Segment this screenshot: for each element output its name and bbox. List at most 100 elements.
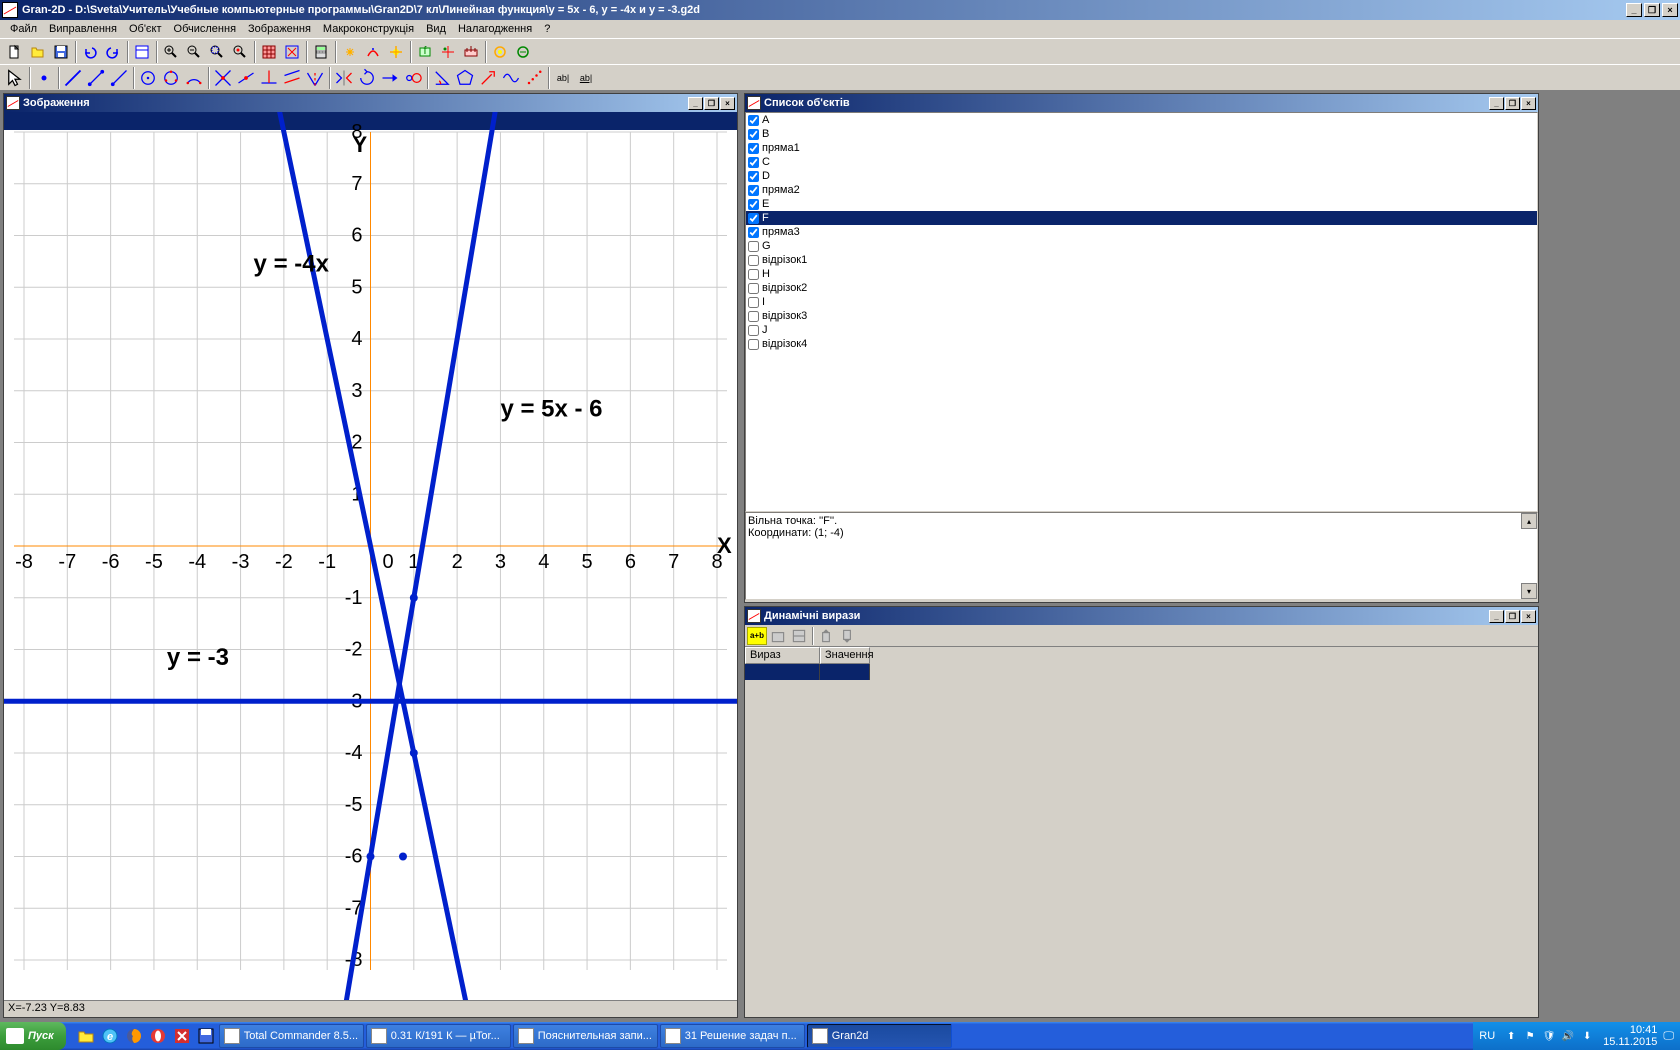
tool-h-button[interactable] xyxy=(512,41,534,63)
list-checkbox[interactable] xyxy=(748,115,759,126)
menu-edit[interactable]: Виправлення xyxy=(43,23,123,35)
chart-min-button[interactable]: _ xyxy=(688,97,703,110)
list-item[interactable]: відрізок2 xyxy=(746,281,1537,295)
segment-tool[interactable] xyxy=(85,67,107,89)
tray-icon-4[interactable]: 🔊 xyxy=(1560,1028,1576,1044)
ql-opera[interactable] xyxy=(147,1025,169,1047)
list-item[interactable]: G xyxy=(746,239,1537,253)
midpoint-tool[interactable] xyxy=(235,67,257,89)
maximize-button[interactable]: ❐ xyxy=(1644,3,1660,17)
list-item[interactable]: I xyxy=(746,295,1537,309)
rotate-tool[interactable] xyxy=(356,67,378,89)
ql-app1[interactable] xyxy=(171,1025,193,1047)
list-item[interactable]: B xyxy=(746,127,1537,141)
list-item[interactable]: A xyxy=(746,113,1537,127)
list-checkbox[interactable] xyxy=(748,269,759,280)
tool-a-button[interactable] xyxy=(339,41,361,63)
circle-tool[interactable] xyxy=(137,67,159,89)
expr-titlebar[interactable]: Динамічні вирази _ ❐ × xyxy=(745,607,1538,625)
expr-col-value[interactable]: Значення xyxy=(820,647,870,664)
list-item[interactable]: відрізок1 xyxy=(746,253,1537,267)
list-item[interactable]: пряма3 xyxy=(746,225,1537,239)
taskbar-task[interactable]: Gran2d xyxy=(807,1024,952,1048)
ql-firefox[interactable] xyxy=(123,1025,145,1047)
menu-view[interactable]: Вид xyxy=(420,23,452,35)
list-checkbox[interactable] xyxy=(748,143,759,154)
list-checkbox[interactable] xyxy=(748,129,759,140)
expr-max-button[interactable]: ❐ xyxy=(1505,610,1520,623)
open-button[interactable] xyxy=(27,41,49,63)
autoscale-button[interactable] xyxy=(281,41,303,63)
info-scroll-down[interactable]: ▾ xyxy=(1521,583,1537,599)
list-item[interactable]: відрізок3 xyxy=(746,309,1537,323)
taskbar-task[interactable]: Total Commander 8.5... xyxy=(219,1024,364,1048)
polygon-tool[interactable] xyxy=(454,67,476,89)
tray-icon-2[interactable]: ⚑ xyxy=(1522,1028,1538,1044)
dilate-tool[interactable] xyxy=(402,67,424,89)
list-checkbox[interactable] xyxy=(748,227,759,238)
list-checkbox[interactable] xyxy=(748,339,759,350)
list-item[interactable]: відрізок4 xyxy=(746,337,1537,351)
objects-min-button[interactable]: _ xyxy=(1489,97,1504,110)
language-indicator[interactable]: RU xyxy=(1479,1030,1495,1042)
locus-tool[interactable] xyxy=(500,67,522,89)
new-button[interactable] xyxy=(4,41,26,63)
point-tool[interactable] xyxy=(33,67,55,89)
ql-explorer[interactable] xyxy=(75,1025,97,1047)
minimize-button[interactable]: _ xyxy=(1626,3,1642,17)
list-checkbox[interactable] xyxy=(748,185,759,196)
chart-close-button[interactable]: × xyxy=(720,97,735,110)
expr-edit-button[interactable] xyxy=(789,627,809,645)
list-checkbox[interactable] xyxy=(748,283,759,294)
zoom-rect-button[interactable] xyxy=(206,41,228,63)
bisector-tool[interactable] xyxy=(304,67,326,89)
vector-tool[interactable] xyxy=(477,67,499,89)
tool-d-button[interactable]: f xyxy=(414,41,436,63)
list-checkbox[interactable] xyxy=(748,171,759,182)
undo-button[interactable] xyxy=(79,41,101,63)
expr-table[interactable]: Вираз Значення xyxy=(745,647,1538,1015)
tray-icon-5[interactable]: ⬇ xyxy=(1579,1028,1595,1044)
info-scroll-up[interactable]: ▴ xyxy=(1521,513,1537,529)
text-tool[interactable]: ab| xyxy=(552,67,574,89)
list-checkbox[interactable] xyxy=(748,297,759,308)
clock[interactable]: 10:41 15.11.2015 xyxy=(1603,1024,1657,1048)
pointer-tool[interactable] xyxy=(4,67,26,89)
circle3-tool[interactable] xyxy=(160,67,182,89)
perp-tool[interactable] xyxy=(258,67,280,89)
taskbar-task[interactable]: Пояснительная запи... xyxy=(513,1024,658,1048)
trace-tool[interactable] xyxy=(523,67,545,89)
list-item[interactable]: пряма2 xyxy=(746,183,1537,197)
tool-b-button[interactable] xyxy=(362,41,384,63)
tool-c-button[interactable] xyxy=(385,41,407,63)
label-tool[interactable]: ab| xyxy=(575,67,597,89)
tray-icon-3[interactable]: 🛡 xyxy=(1541,1028,1557,1044)
menu-file[interactable]: Файл xyxy=(4,23,43,35)
expr-row-selected[interactable] xyxy=(745,664,1538,680)
list-item[interactable]: H xyxy=(746,267,1537,281)
calc-button[interactable] xyxy=(310,41,332,63)
tool-f-button[interactable] xyxy=(460,41,482,63)
expr-up-button[interactable] xyxy=(816,627,836,645)
objects-titlebar[interactable]: Список об'єктів _ ❐ × xyxy=(745,94,1538,112)
objects-close-button[interactable]: × xyxy=(1521,97,1536,110)
ql-ie[interactable]: e xyxy=(99,1025,121,1047)
chart-canvas[interactable]: -8-7-6-5-4-3-2-112345678-8-7-6-5-4-3-2-1… xyxy=(4,112,737,1000)
taskbar-task[interactable]: 0.31 К/191 К — µTor... xyxy=(366,1024,511,1048)
list-checkbox[interactable] xyxy=(748,325,759,336)
list-item[interactable]: E xyxy=(746,197,1537,211)
list-item[interactable]: пряма1 xyxy=(746,141,1537,155)
grid-button[interactable] xyxy=(258,41,280,63)
chart-titlebar[interactable]: Зображення _ ❐ × xyxy=(4,94,737,112)
expr-close-button[interactable]: × xyxy=(1521,610,1536,623)
list-checkbox[interactable] xyxy=(748,199,759,210)
ql-app2[interactable] xyxy=(195,1025,217,1047)
menu-debug[interactable]: Налагодження xyxy=(452,23,538,35)
list-checkbox[interactable] xyxy=(748,311,759,322)
tray-monitor-icon[interactable]: 🖵 xyxy=(1663,1030,1674,1043)
expr-del-button[interactable] xyxy=(768,627,788,645)
angle-tool[interactable] xyxy=(431,67,453,89)
list-checkbox[interactable] xyxy=(748,157,759,168)
menu-image[interactable]: Зображення xyxy=(242,23,317,35)
expr-add-button[interactable]: a+b xyxy=(747,627,767,645)
